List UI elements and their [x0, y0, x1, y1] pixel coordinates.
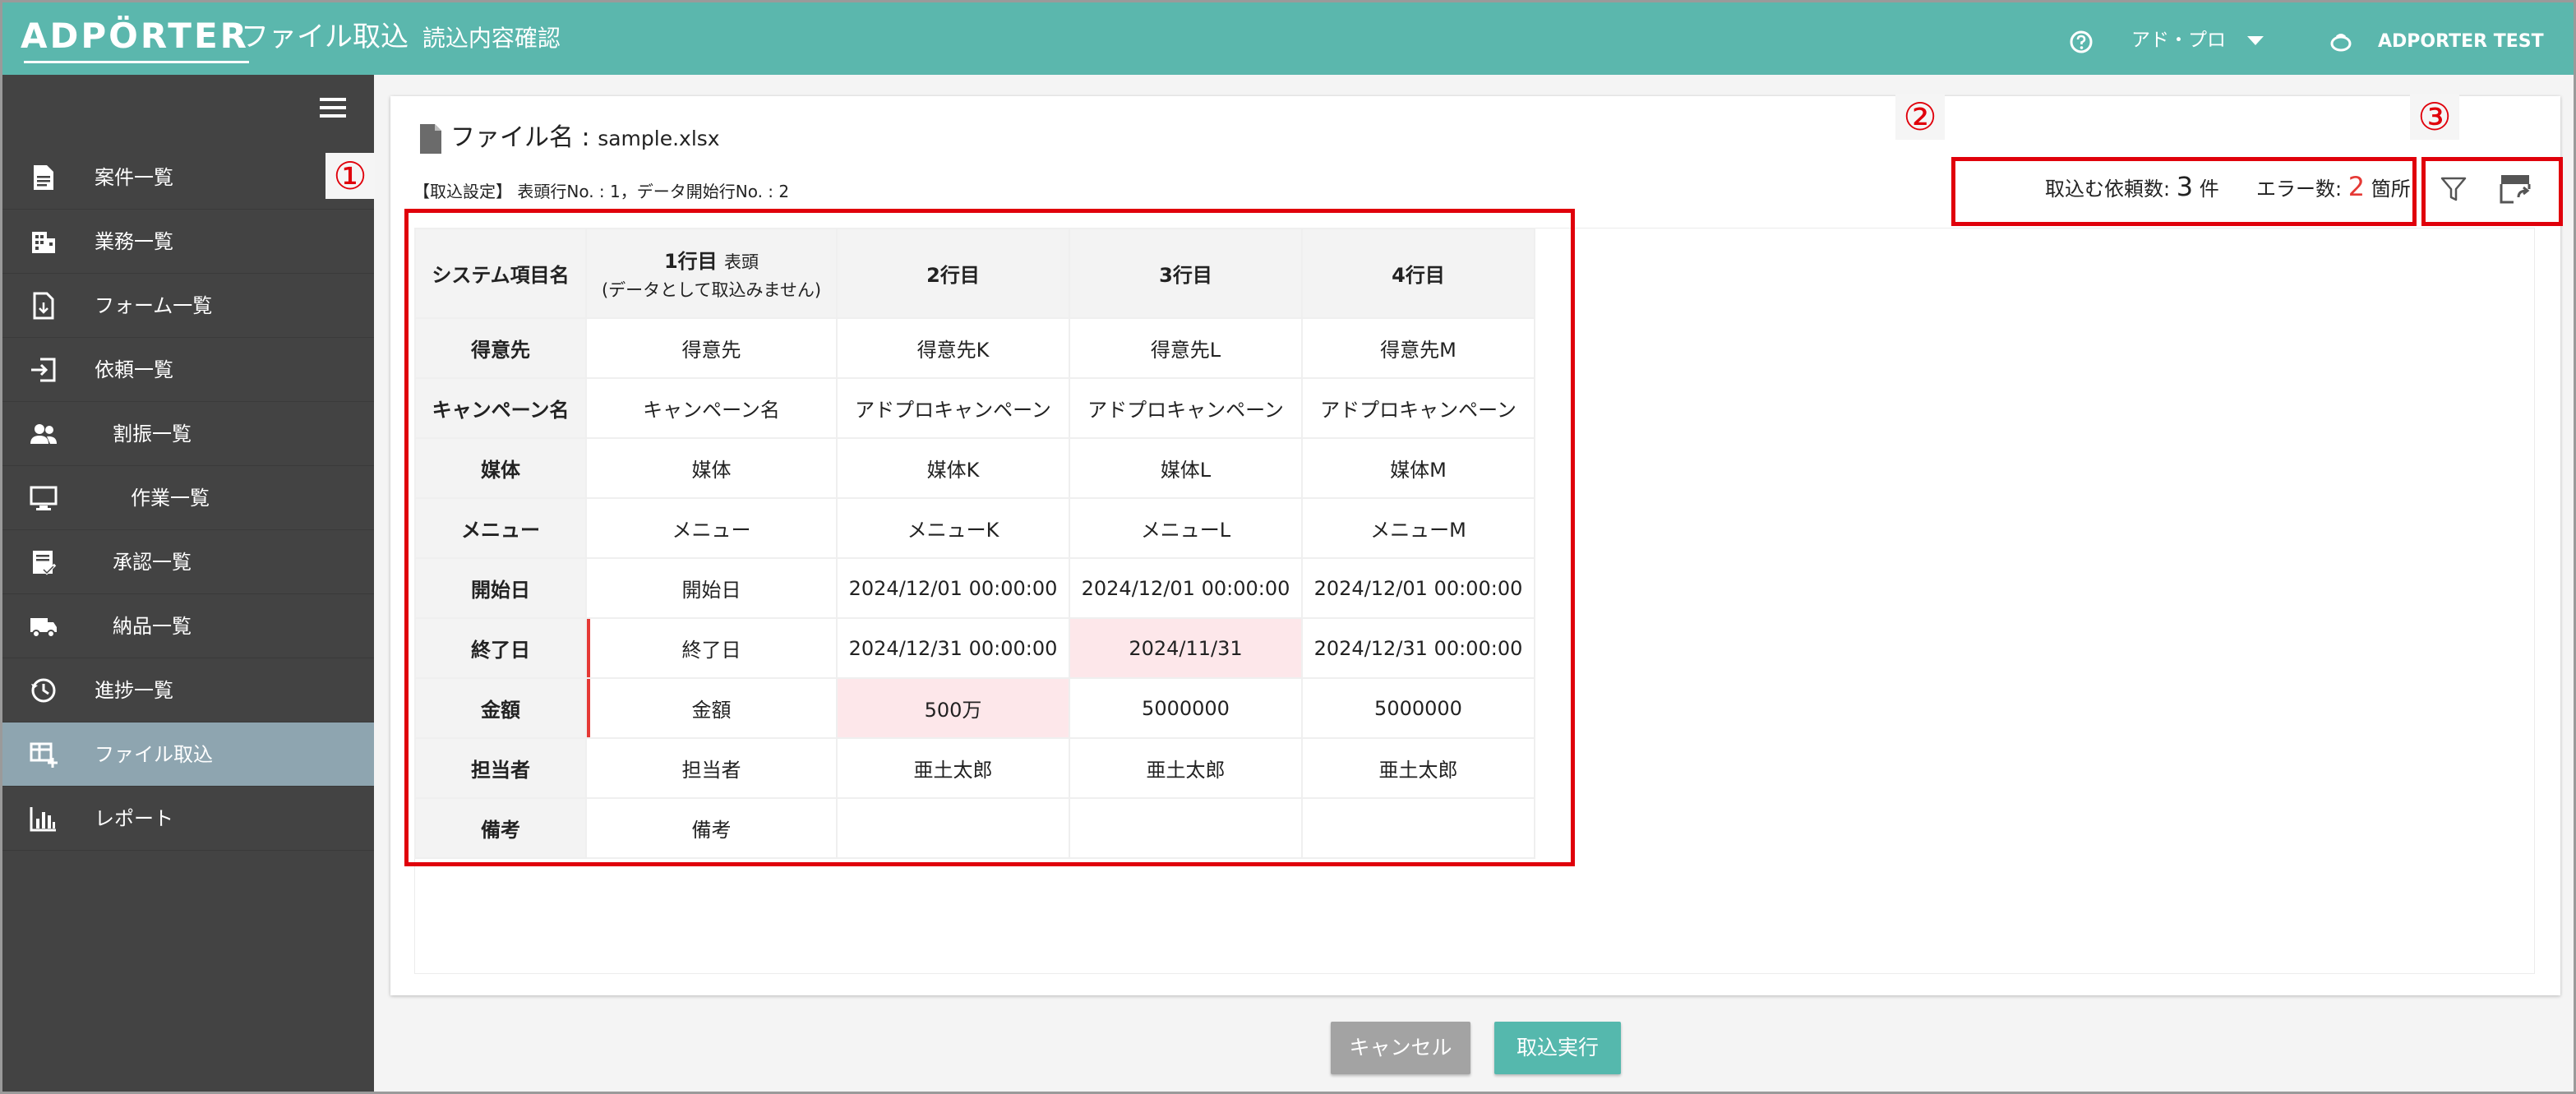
sidebar-item-label: 案件一覧	[95, 166, 173, 189]
table-add-icon	[30, 742, 58, 768]
sidebar-item-tasks[interactable]: 作業一覧	[2, 466, 374, 530]
file-icon	[420, 124, 441, 154]
chevron-down-icon[interactable]	[2246, 35, 2264, 47]
sidebar: 案件一覧 業務一覧 フォーム一覧 依頼一覧 割振一覧 作業一覧 承認一覧 納品一…	[2, 75, 374, 1092]
history-icon	[31, 678, 56, 703]
sidebar-item-file-import[interactable]: ファイル取込	[2, 722, 374, 787]
sidebar-item-label: ファイル取込	[95, 743, 213, 766]
sidebar-item-cases[interactable]: 案件一覧	[2, 145, 374, 210]
user-name[interactable]: ADPORTER TEST	[2378, 29, 2544, 55]
approval-icon	[33, 551, 57, 575]
sidebar-item-label: 承認一覧	[113, 551, 192, 574]
file-name-label: ファイル名 : sample.xlsx	[450, 122, 720, 155]
user-icon[interactable]	[2329, 30, 2353, 54]
file-name-value: sample.xlsx	[598, 127, 720, 150]
sidebar-item-business[interactable]: 業務一覧	[2, 210, 374, 274]
hamburger-menu-icon[interactable]	[320, 98, 346, 119]
bar-chart-icon	[30, 807, 56, 832]
sidebar-item-label: 進捗一覧	[95, 679, 173, 702]
file-name-caption: ファイル名 :	[450, 123, 590, 152]
help-icon[interactable]	[2069, 30, 2094, 54]
callout-2: ②	[1895, 94, 1945, 140]
sidebar-item-assignments[interactable]: 割振一覧	[2, 402, 374, 466]
sidebar-item-label: 割振一覧	[113, 422, 192, 445]
sidebar-item-label: 依頼一覧	[95, 358, 173, 381]
sidebar-item-approvals[interactable]: 承認一覧	[2, 530, 374, 594]
logo-text: ADPÖRTER	[21, 16, 249, 56]
sidebar-item-forms[interactable]: フォーム一覧	[2, 274, 374, 338]
document-icon	[34, 165, 53, 190]
cancel-button[interactable]: キャンセル	[1331, 1022, 1470, 1074]
monitor-icon	[30, 486, 58, 510]
people-icon	[30, 424, 57, 444]
login-icon	[31, 358, 56, 382]
form-icon	[33, 292, 54, 320]
truck-icon	[30, 618, 57, 638]
sidebar-item-label: フォーム一覧	[95, 294, 213, 317]
building-icon	[32, 232, 55, 253]
sidebar-item-report[interactable]: レポート	[2, 787, 374, 851]
import-settings-text: 【取込設定】 表頭行No. : 1，データ開始行No. : 2	[413, 182, 790, 201]
sidebar-item-label: 業務一覧	[95, 230, 173, 253]
sidebar-item-label: 納品一覧	[113, 615, 192, 638]
org-selector[interactable]: アド・プロ	[2131, 27, 2226, 53]
callout-1: ①	[325, 153, 375, 199]
annotation-box-tools	[2421, 157, 2563, 226]
sidebar-item-deliveries[interactable]: 納品一覧	[2, 594, 374, 658]
logo-underline	[24, 61, 249, 63]
run-import-button[interactable]: 取込実行	[1494, 1022, 1621, 1074]
sidebar-item-label: 作業一覧	[131, 487, 210, 510]
page-title-sub: 読込内容確認	[422, 25, 561, 52]
callout-3: ③	[2410, 94, 2459, 140]
page-title-main: ファイル取込	[241, 21, 409, 53]
sidebar-item-label: レポート	[95, 807, 173, 830]
annotation-box-summary	[1951, 157, 2417, 226]
sidebar-item-progress[interactable]: 進捗一覧	[2, 658, 374, 722]
sidebar-item-requests[interactable]: 依頼一覧	[2, 338, 374, 402]
page-title: ファイル取込 読込内容確認	[241, 19, 561, 57]
annotation-box-table	[404, 209, 1575, 866]
app-header: ADPÖRTER ファイル取込 読込内容確認 アド・プロ ADPORTER TE…	[2, 2, 2574, 75]
app-logo[interactable]: ADPÖRTER	[21, 16, 249, 63]
